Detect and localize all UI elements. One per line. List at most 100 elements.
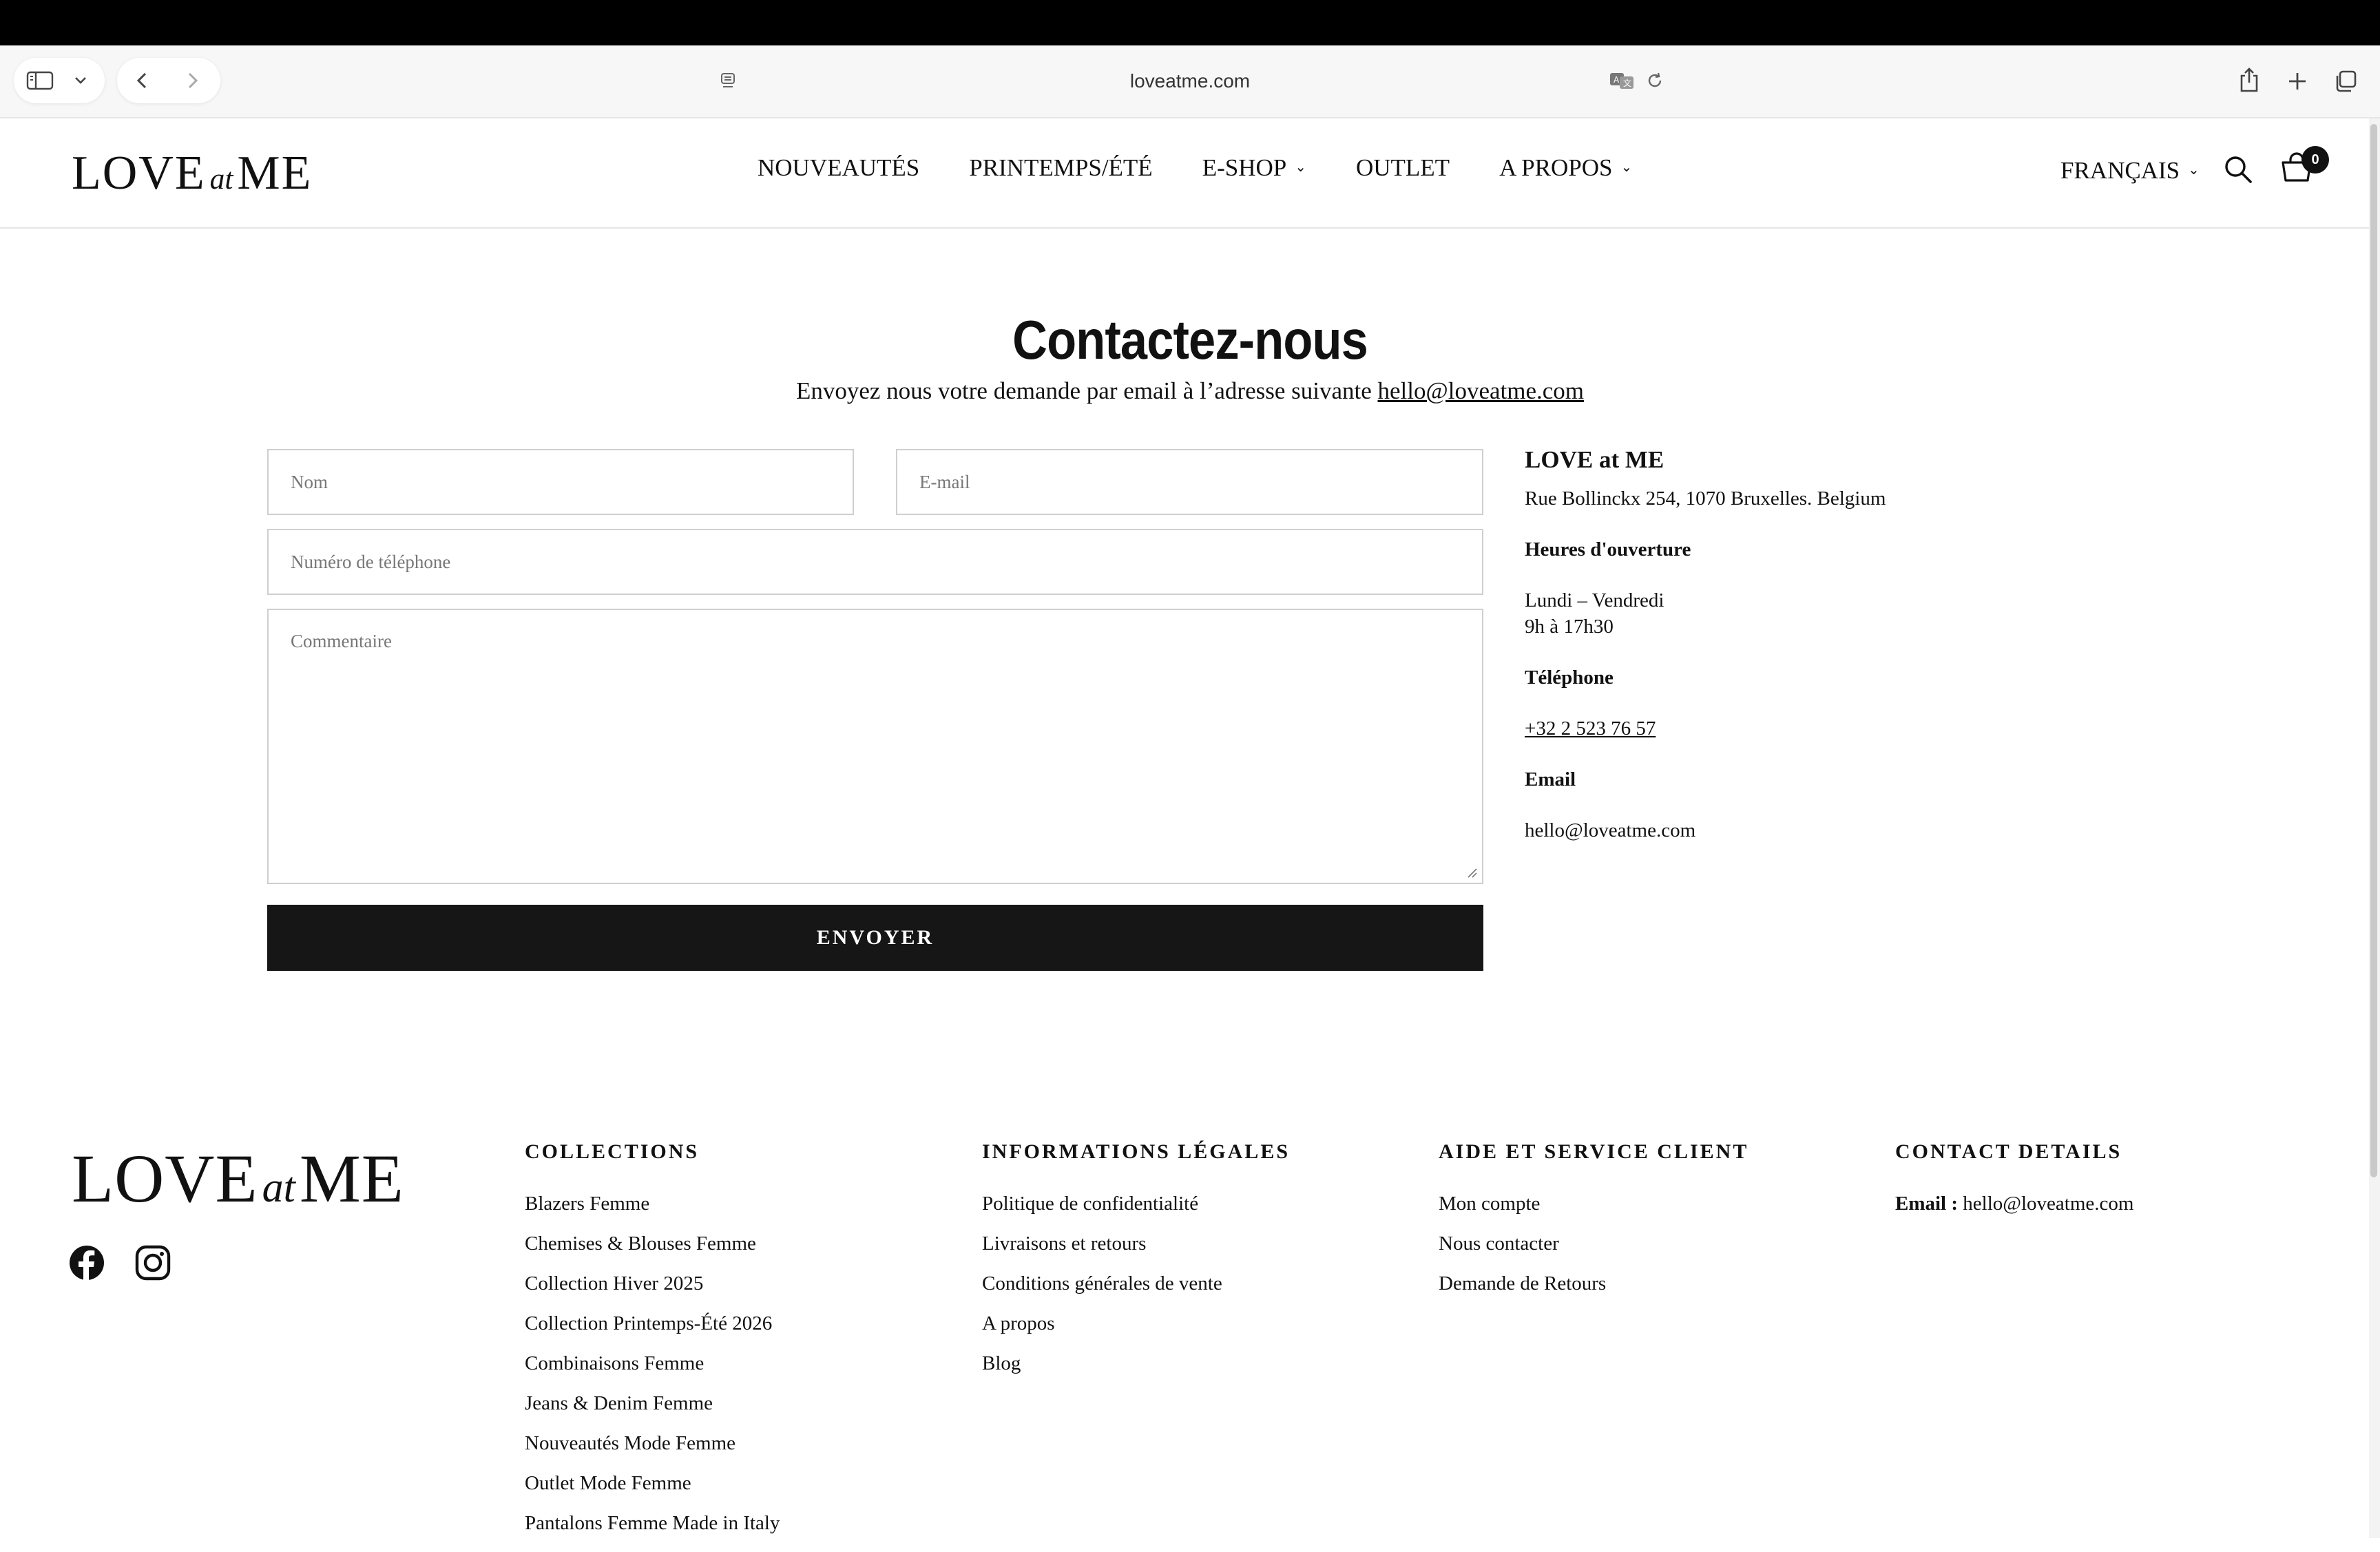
nav-label: PRINTEMPS/ÉTÉ [969, 154, 1153, 181]
translate-icon[interactable]: A文 [1609, 70, 1636, 91]
name-field[interactable] [267, 449, 854, 515]
footer-link[interactable]: Conditions générales de vente [982, 1272, 1290, 1312]
footer-heading: COLLECTIONS [525, 1140, 700, 1163]
browser-toolbar: loveatme.com A文 [0, 45, 2380, 118]
footer-logo[interactable]: LOVEatME [72, 1139, 404, 1218]
share-icon[interactable] [2235, 66, 2263, 94]
site-header: LOVE atME NOUVEAUTÉS PRINTEMPS/ÉTÉ E-SHOP… [0, 118, 2369, 229]
footer-collections: COLLECTIONS Blazers Femme Chemises & Blo… [525, 1140, 780, 1552]
footer-contact-email: Email : hello@loveatme.com [1895, 1193, 2133, 1215]
footer-link[interactable]: Collection Hiver 2025 [525, 1272, 780, 1312]
footer-email-link[interactable]: hello@loveatme.com [1963, 1193, 2133, 1215]
email-label: Email : [1895, 1193, 1959, 1215]
footer-link[interactable]: Nous contacter [1439, 1233, 1749, 1272]
footer-link[interactable]: Politique de confidentialité [982, 1193, 1290, 1233]
logo-text-love: LOVE [72, 1140, 258, 1217]
comment-field[interactable] [267, 609, 1483, 884]
history-navigation [117, 58, 220, 103]
footer-link[interactable]: Blazers Femme [525, 1193, 780, 1233]
footer-legal: INFORMATIONS LÉGALES Politique de confid… [982, 1140, 1290, 1392]
footer-heading: CONTACT DETAILS [1895, 1140, 2122, 1163]
footer-link[interactable]: Combinaisons Femme [525, 1352, 780, 1392]
footer-contact: CONTACT DETAILS Email : hello@loveatme.c… [1895, 1140, 2133, 1215]
svg-text:A: A [1614, 75, 1620, 85]
footer-link[interactable]: Outlet Mode Femme [525, 1472, 780, 1512]
footer-link[interactable]: Chemises & Blouses Femme [525, 1233, 780, 1272]
page-title: Contactez-nous [1012, 309, 1368, 370]
chevron-down-icon: ⌄ [1295, 158, 1306, 175]
footer-heading: INFORMATIONS LÉGALES [982, 1140, 1291, 1163]
facebook-link[interactable] [67, 1244, 106, 1282]
chevron-down-icon: ⌄ [2188, 161, 2200, 178]
nav-item-a-propos[interactable]: A PROPOS ⌄ [1499, 154, 1632, 182]
store-name: LOVE at ME [1525, 446, 1664, 473]
opening-times: 9h à 17h30 [1525, 616, 1614, 638]
language-label: FRANÇAIS [2060, 157, 2180, 184]
chevron-down-icon: ⌄ [1620, 158, 1633, 175]
phone-field[interactable] [267, 529, 1483, 595]
footer-link[interactable]: Blog [982, 1352, 1290, 1392]
comment-textarea[interactable] [269, 610, 1482, 883]
resize-grip-icon[interactable] [1467, 868, 1478, 879]
opening-hours-heading: Heures d'ouverture [1525, 538, 1691, 560]
new-tab-icon[interactable] [2284, 67, 2311, 95]
main-nav: NOUVEAUTÉS PRINTEMPS/ÉTÉ E-SHOP ⌄ OUTLET … [758, 154, 1682, 182]
nav-label: A PROPOS [1499, 154, 1613, 181]
subtitle-email-link[interactable]: hello@loveatme.com [1378, 377, 1585, 404]
footer-link[interactable]: Nouveautés Mode Femme [525, 1432, 780, 1472]
svg-text:文: 文 [1623, 78, 1631, 88]
facebook-icon [70, 1246, 104, 1281]
site-logo[interactable]: LOVE atME [72, 146, 312, 201]
reload-icon[interactable] [1645, 70, 1665, 91]
language-selector[interactable]: FRANÇAIS ⌄ [2060, 157, 2200, 185]
page-subtitle: Envoyez nous votre demande par email à l… [0, 377, 2380, 405]
footer-heading: AIDE ET SERVICE CLIENT [1439, 1140, 1749, 1163]
window-actions [2220, 58, 2369, 103]
tab-overview-icon[interactable] [2332, 67, 2359, 95]
nav-item-nouveautes[interactable]: NOUVEAUTÉS [758, 154, 919, 182]
forward-icon[interactable] [180, 69, 204, 92]
email-input[interactable] [897, 450, 1482, 514]
search-icon [2225, 156, 2252, 183]
email-field[interactable] [896, 449, 1483, 515]
footer-link[interactable]: Demande de Retours [1439, 1272, 1749, 1312]
phone-link[interactable]: +32 2 523 76 57 [1525, 717, 1656, 740]
phone-input[interactable] [269, 530, 1482, 594]
logo-text-at: at [209, 162, 233, 196]
nav-item-e-shop[interactable]: E-SHOP ⌄ [1202, 154, 1306, 182]
footer-link[interactable]: Jeans & Denim Femme [525, 1392, 780, 1432]
footer-link[interactable]: Livraisons et retours [982, 1233, 1290, 1272]
subtitle-text: Envoyez nous votre demande par email à l… [795, 377, 1378, 404]
search-button[interactable] [2223, 154, 2257, 189]
footer-link[interactable]: Collection Printemps-Été 2026 [525, 1312, 780, 1352]
instagram-icon [135, 1245, 171, 1281]
nav-label: NOUVEAUTÉS [758, 154, 920, 181]
nav-item-outlet[interactable]: OUTLET [1356, 154, 1450, 182]
footer-link[interactable]: Pantalons Femme Made in Italy [525, 1512, 780, 1552]
nav-label: OUTLET [1355, 154, 1450, 181]
screen-top-bar [0, 0, 2380, 45]
logo-text-love: LOVE [72, 147, 206, 200]
store-email: hello@loveatme.com [1525, 819, 1696, 841]
back-icon[interactable] [131, 69, 154, 92]
sidebar-icon [26, 70, 54, 91]
submit-button[interactable]: ENVOYER [267, 905, 1483, 971]
instagram-link[interactable] [134, 1244, 172, 1282]
cart-count-badge: 0 [2301, 146, 2329, 174]
name-input[interactable] [269, 450, 853, 514]
footer-help: AIDE ET SERVICE CLIENT Mon compte Nous c… [1439, 1140, 1749, 1312]
url-text: loveatme.com [1129, 70, 1251, 92]
address-bar[interactable]: loveatme.com A文 [708, 56, 1672, 105]
email-heading: Email [1525, 768, 1576, 790]
sidebar-toggle-button[interactable] [14, 58, 105, 103]
footer-link[interactable]: A propos [982, 1312, 1290, 1352]
opening-days: Lundi – Vendredi [1525, 589, 1664, 611]
nav-label: E-SHOP [1202, 154, 1287, 181]
logo-text-at: at [262, 1164, 295, 1211]
chevron-down-icon[interactable] [72, 72, 90, 90]
nav-item-printemps-ete[interactable]: PRINTEMPS/ÉTÉ [969, 154, 1152, 182]
store-address: Rue Bollinckx 254, 1070 Bruxelles. Belgi… [1525, 487, 1886, 510]
scrollbar-thumb[interactable] [2370, 124, 2377, 1177]
footer-link[interactable]: Mon compte [1439, 1193, 1749, 1233]
phone-heading: Téléphone [1525, 667, 1614, 689]
